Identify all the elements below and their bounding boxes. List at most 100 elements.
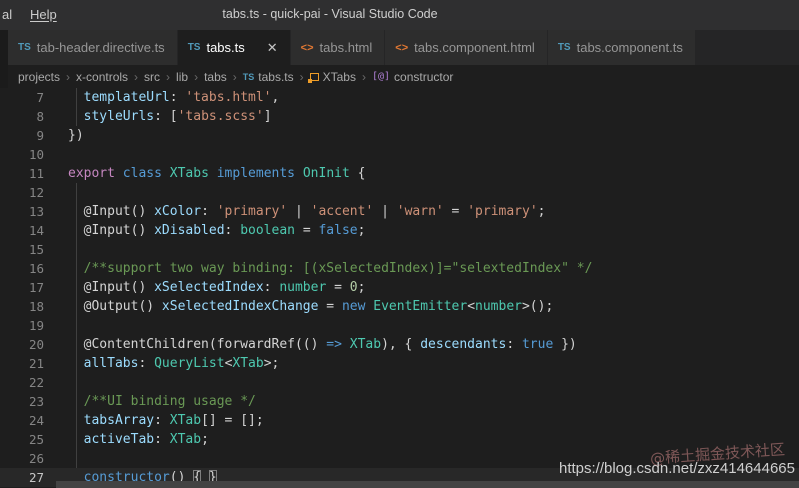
- breadcrumb-item-projects[interactable]: projects: [18, 70, 60, 84]
- code-line-21[interactable]: 21 allTabs: QueryList<XTab>;: [0, 354, 799, 373]
- line-number[interactable]: 12: [8, 183, 44, 202]
- line-number[interactable]: 17: [8, 278, 44, 297]
- line-number[interactable]: 14: [8, 221, 44, 240]
- html-file-icon: <>: [300, 41, 314, 54]
- line-number[interactable]: 13: [8, 202, 44, 221]
- tab-label: tabs.html: [319, 40, 373, 55]
- tab-tabs.html[interactable]: <> tabs.html: [290, 30, 386, 65]
- indent-guide: [76, 88, 77, 126]
- line-number[interactable]: 24: [8, 411, 44, 430]
- line-number[interactable]: 7: [8, 88, 44, 107]
- breadcrumb-separator-icon: ›: [194, 69, 199, 84]
- breadcrumb-label: projects: [18, 69, 61, 84]
- code-text: export class XTabs implements OnInit {: [68, 166, 366, 181]
- code-line-20[interactable]: 20 @ContentChildren(forwardRef(() => XTa…: [0, 335, 799, 354]
- code-line-19[interactable]: 19: [0, 316, 799, 335]
- code-text: @Input() xSelectedIndex: number = 0;: [68, 280, 366, 295]
- line-number[interactable]: 26: [8, 449, 44, 468]
- line-number[interactable]: 21: [8, 354, 44, 373]
- code-line-23[interactable]: 23 /**UI binding usage */: [0, 392, 799, 411]
- breadcrumb-separator-icon: ›: [361, 69, 366, 84]
- line-number[interactable]: 19: [8, 316, 44, 335]
- html-file-icon: <>: [395, 41, 409, 54]
- code-line-8[interactable]: 8 styleUrls: ['tabs.scss']: [0, 107, 799, 126]
- breadcrumb-item-tabs[interactable]: tabs: [204, 70, 227, 84]
- symbol-class-icon: [307, 72, 319, 83]
- code-editor[interactable]: 7 templateUrl: 'tabs.html', 8 styleUrls: …: [0, 88, 799, 488]
- tab-tab-header.directive.ts[interactable]: TS tab-header.directive.ts: [8, 30, 178, 65]
- tab-label: tab-header.directive.ts: [36, 40, 165, 55]
- breadcrumb-separator-icon: ›: [232, 69, 237, 84]
- window-title: tabs.ts - quick-pai - Visual Studio Code: [222, 7, 438, 21]
- code-line-11[interactable]: 11 export class XTabs implements OnInit {: [0, 164, 799, 183]
- breadcrumb-separator-icon: ›: [166, 69, 171, 84]
- line-number[interactable]: 23: [8, 392, 44, 411]
- line-number[interactable]: 10: [8, 145, 44, 164]
- tab-tabs.component.ts[interactable]: TS tabs.component.ts: [547, 30, 696, 65]
- code-line-12[interactable]: 12: [0, 183, 799, 202]
- code-text: styleUrls: ['tabs.scss']: [83, 109, 272, 124]
- close-icon[interactable]: ✕: [267, 40, 278, 56]
- code-text: @Output() xSelectedIndexChange = new Eve…: [68, 299, 554, 314]
- breadcrumb-label: src: [144, 69, 161, 84]
- code-line-16[interactable]: 16 /**support two way binding: [(xSelect…: [0, 259, 799, 278]
- line-number[interactable]: 16: [8, 259, 44, 278]
- typescript-file-icon: TS: [557, 42, 571, 53]
- code-text: @Input() xDisabled: boolean = false;: [68, 223, 366, 238]
- tab-tabs.component.html[interactable]: <> tabs.component.html: [385, 30, 548, 65]
- code-line-13[interactable]: 13 @Input() xColor: 'primary' | 'accent'…: [0, 202, 799, 221]
- code-line-9[interactable]: 9}): [0, 126, 799, 145]
- line-number[interactable]: 15: [8, 240, 44, 259]
- line-number[interactable]: 22: [8, 373, 44, 392]
- tab-bar: TS tab-header.directive.ts TS tabs.ts ✕ <> tab…: [8, 30, 799, 65]
- code-line-15[interactable]: 15: [0, 240, 799, 259]
- horizontal-scrollbar[interactable]: [56, 481, 799, 488]
- code-line-18[interactable]: 18 @Output() xSelectedIndexChange = new …: [0, 297, 799, 316]
- typescript-file-icon: TS: [18, 42, 31, 53]
- code-line-24[interactable]: 24 tabsArray: XTab[] = [];: [0, 411, 799, 430]
- breadcrumb-separator-icon: ›: [66, 69, 71, 84]
- breadcrumb-label: XTabs: [322, 69, 356, 84]
- code-text: allTabs: QueryList<XTab>;: [83, 356, 280, 371]
- code-line-7[interactable]: 7 templateUrl: 'tabs.html',: [0, 88, 799, 107]
- code-text: /**support two way binding: [(xSelectedI…: [83, 261, 593, 276]
- code-line-17[interactable]: 17 @Input() xSelectedIndex: number = 0;: [0, 278, 799, 297]
- breadcrumb-item-XTabs[interactable]: XTabs: [307, 69, 356, 84]
- typescript-file-icon: TS: [242, 71, 255, 82]
- breadcrumb-separator-icon: ›: [134, 69, 139, 84]
- breadcrumb-item-constructor[interactable]: [@] constructor: [372, 70, 453, 84]
- breadcrumb-label: tabs: [204, 69, 227, 84]
- watermark-url: https://blog.csdn.net/zxz414644665: [558, 460, 795, 477]
- line-number[interactable]: 27: [8, 468, 44, 487]
- tab-tabs.ts[interactable]: TS tabs.ts ✕: [177, 30, 291, 65]
- line-number[interactable]: 9: [8, 126, 44, 145]
- breadcrumb-label: tabs.ts: [258, 69, 294, 84]
- code-line-10[interactable]: 10: [0, 145, 799, 164]
- code-line-22[interactable]: 22: [0, 373, 799, 392]
- breadcrumb-item-lib[interactable]: lib: [176, 70, 188, 84]
- code-text: @Input() xColor: 'primary' | 'accent' | …: [68, 204, 546, 219]
- code-text: activeTab: XTab;: [83, 432, 209, 447]
- breadcrumb-item-src[interactable]: src: [144, 70, 160, 84]
- breadcrumb-item-tabs.ts[interactable]: TS tabs.ts: [243, 70, 294, 84]
- line-number[interactable]: 8: [8, 107, 44, 126]
- breadcrumb: projects › x-controls › src › lib › tabs › TS tabs.…: [8, 65, 799, 88]
- code-text: }): [68, 128, 84, 143]
- line-number[interactable]: 18: [8, 297, 44, 316]
- line-number[interactable]: 11: [8, 164, 44, 183]
- line-number[interactable]: 20: [8, 335, 44, 354]
- symbol-method-icon: [@]: [371, 71, 391, 82]
- code-text: templateUrl: 'tabs.html',: [83, 90, 280, 105]
- breadcrumb-separator-icon: ›: [299, 69, 304, 84]
- code-line-14[interactable]: 14 @Input() xDisabled: boolean = false;: [0, 221, 799, 240]
- breadcrumb-item-x-controls[interactable]: x-controls: [76, 70, 128, 84]
- line-number[interactable]: 25: [8, 430, 44, 449]
- vscode-window: al Help tabs.ts - quick-pai - Visual Stu…: [0, 0, 799, 488]
- breadcrumb-label: x-controls: [76, 69, 129, 84]
